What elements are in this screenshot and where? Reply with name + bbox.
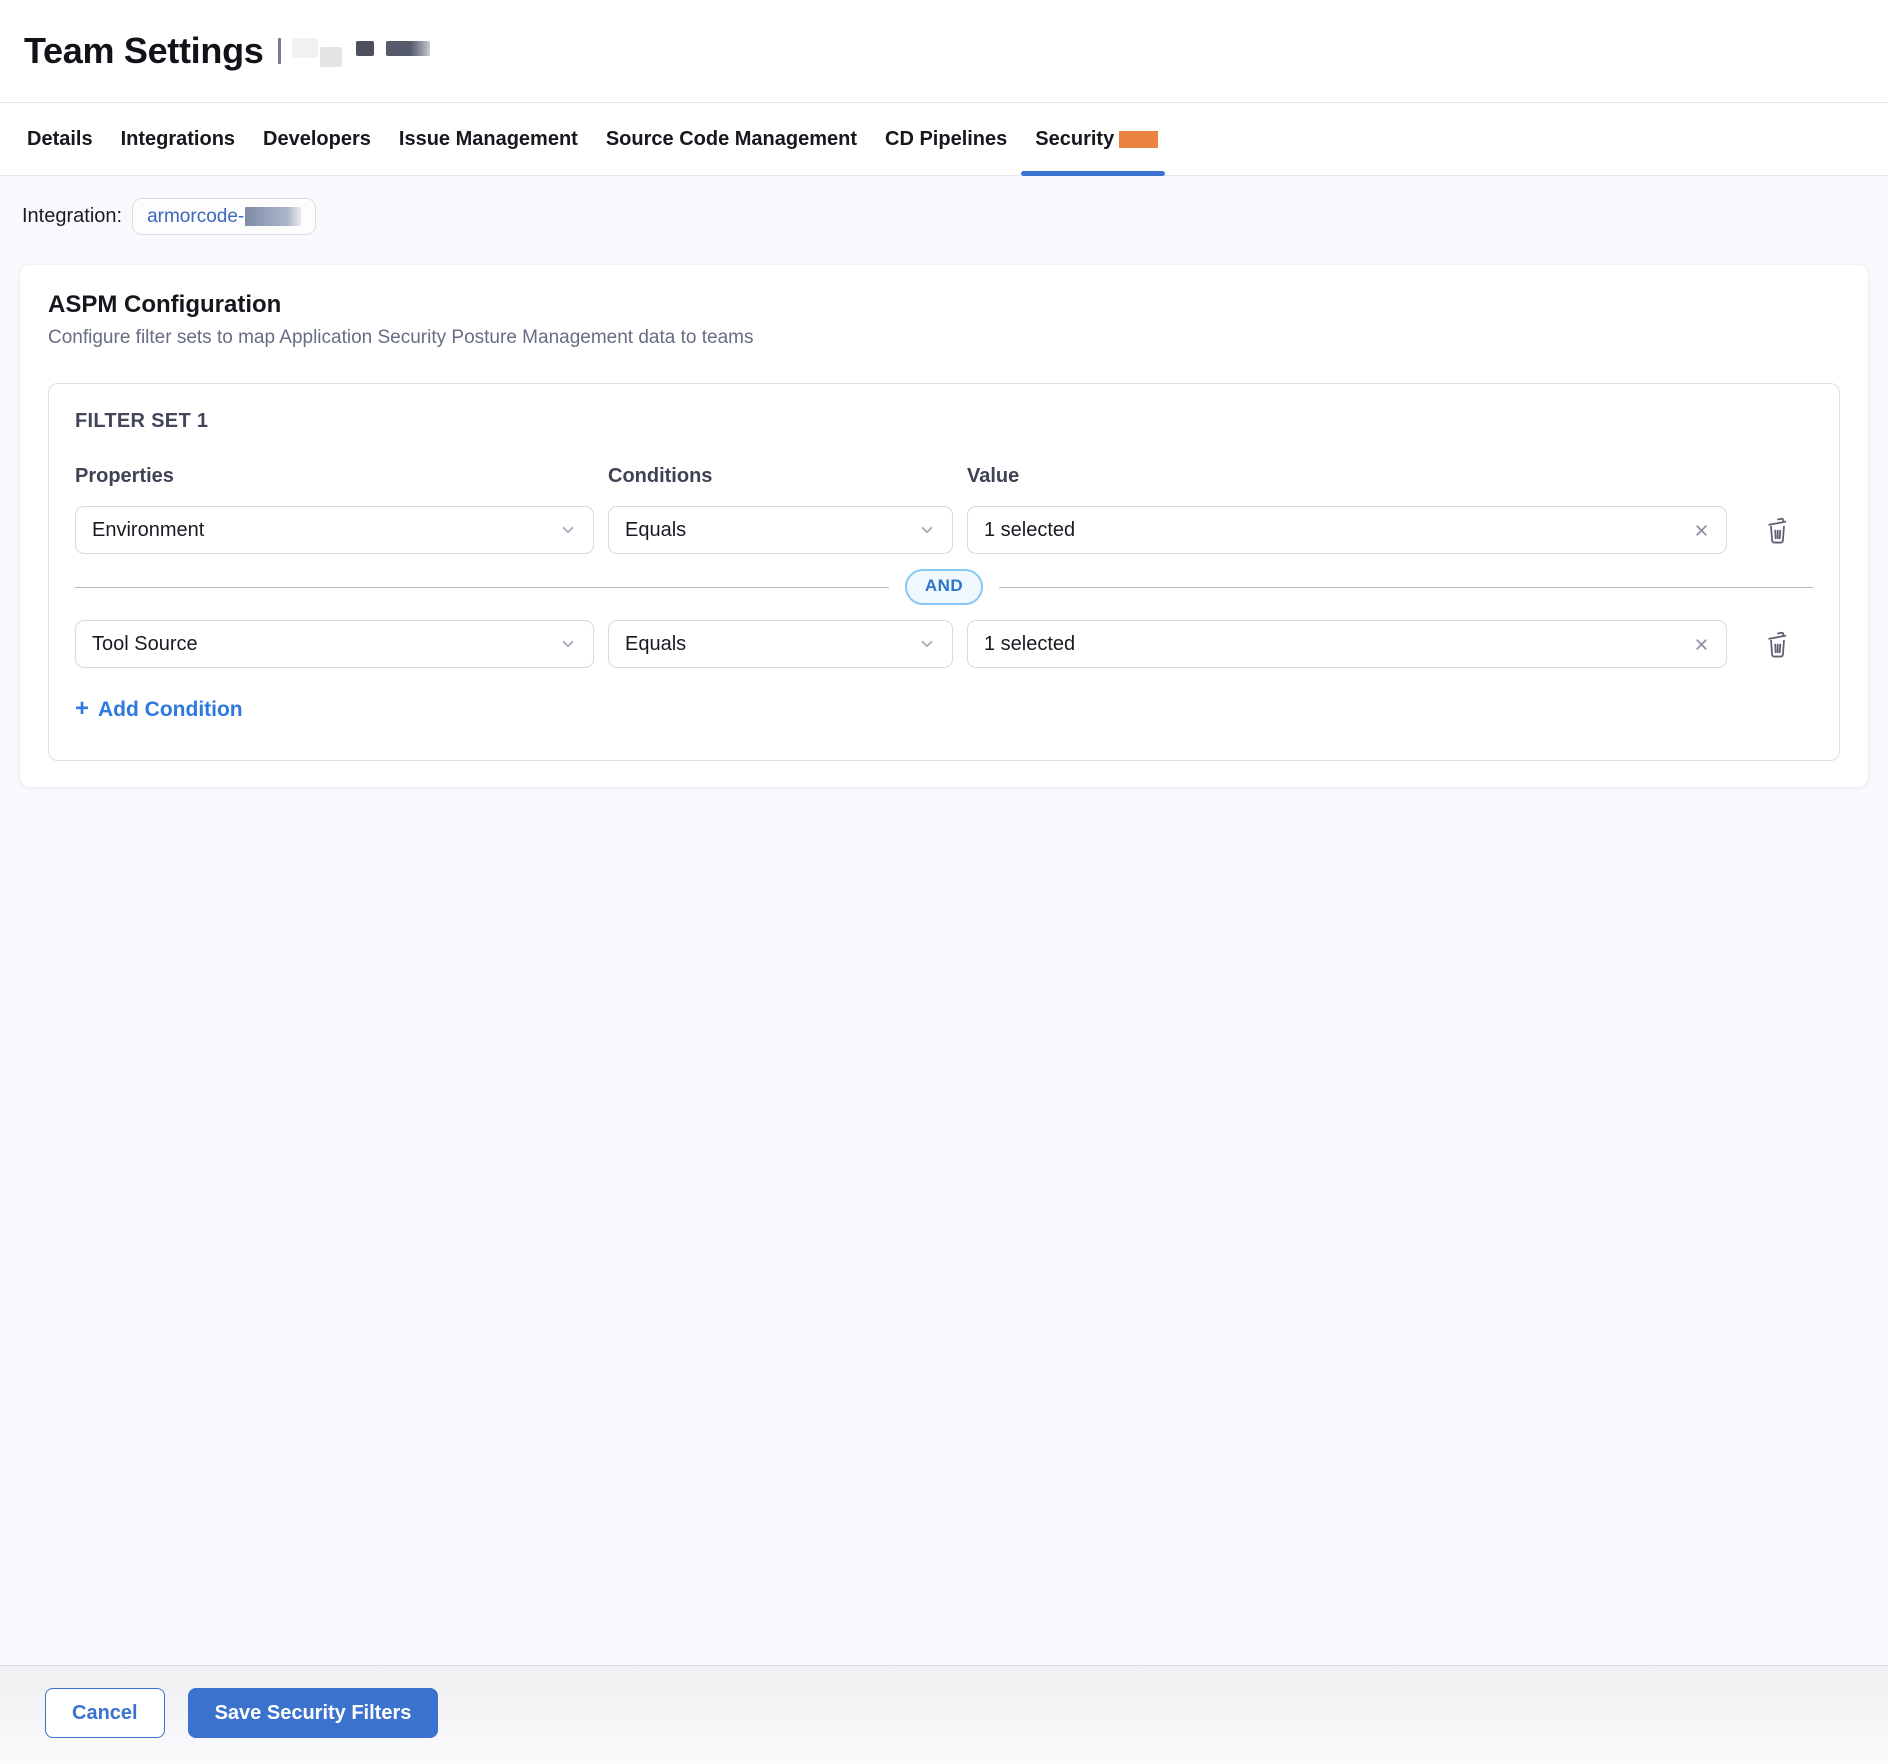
- filter-set-title: FILTER SET 1: [75, 410, 1813, 433]
- tab-bar: Details Integrations Developers Issue Ma…: [0, 102, 1888, 176]
- property-select[interactable]: Tool Source: [75, 620, 594, 668]
- footer-action-bar: Cancel Save Security Filters: [0, 1665, 1888, 1764]
- tab-details[interactable]: Details: [27, 103, 93, 175]
- active-tab-indicator: [1021, 171, 1165, 176]
- integration-row: Integration: armorcode-: [20, 198, 1868, 235]
- integration-chip[interactable]: armorcode-: [132, 198, 316, 235]
- integration-label: Integration:: [22, 205, 122, 228]
- tab-label: Source Code Management: [606, 128, 857, 151]
- condition-select-value: Equals: [625, 519, 686, 542]
- trash-icon: [1764, 516, 1791, 545]
- tab-developers[interactable]: Developers: [263, 103, 371, 175]
- condition-select[interactable]: Equals: [608, 506, 953, 554]
- tab-label: Details: [27, 128, 93, 151]
- main-content: Integration: armorcode- ASPM Configurati…: [0, 176, 1888, 1665]
- tab-label: Integrations: [121, 128, 235, 151]
- tab-label: Security: [1035, 128, 1114, 151]
- add-condition-label: Add Condition: [98, 698, 243, 722]
- clear-selection-icon[interactable]: [1693, 522, 1710, 539]
- divider-line: [75, 587, 889, 588]
- tab-label: CD Pipelines: [885, 128, 1007, 151]
- and-joiner-pill: AND: [905, 569, 983, 605]
- value-multiselect[interactable]: 1 selected: [967, 506, 1727, 554]
- delete-condition-button[interactable]: [1762, 628, 1792, 660]
- divider-line: [999, 587, 1813, 588]
- tab-source-code-management[interactable]: Source Code Management: [606, 103, 857, 175]
- cancel-button[interactable]: Cancel: [45, 1688, 165, 1738]
- tab-issue-management[interactable]: Issue Management: [399, 103, 578, 175]
- property-select-value: Environment: [92, 519, 204, 542]
- properties-column-header: Properties: [75, 465, 594, 488]
- value-selected-count: 1 selected: [984, 633, 1075, 656]
- card-title: ASPM Configuration: [48, 291, 1840, 319]
- property-select-value: Tool Source: [92, 633, 198, 656]
- redacted-block: [245, 207, 301, 226]
- page-title: Team Settings: [24, 30, 264, 72]
- save-security-filters-button[interactable]: Save Security Filters: [188, 1688, 439, 1738]
- aspm-configuration-card: ASPM Configuration Configure filter sets…: [20, 265, 1868, 787]
- value-column-header: Value: [967, 465, 1727, 488]
- filter-column-headers: Properties Conditions Value: [75, 465, 1813, 488]
- clear-selection-icon[interactable]: [1693, 636, 1710, 653]
- filter-row-1: Environment Equals 1 selected: [75, 506, 1813, 554]
- redacted-block: [320, 47, 342, 67]
- tab-integrations[interactable]: Integrations: [121, 103, 235, 175]
- integration-value: armorcode-: [147, 206, 244, 228]
- chevron-down-icon: [918, 521, 936, 539]
- tab-label: Issue Management: [399, 128, 578, 151]
- chevron-down-icon: [559, 635, 577, 653]
- tab-label: Developers: [263, 128, 371, 151]
- card-subtitle: Configure filter sets to map Application…: [48, 327, 1840, 349]
- redacted-block: [292, 38, 318, 58]
- redacted-block: [386, 41, 430, 56]
- and-divider: AND: [75, 569, 1813, 605]
- filter-set-1: FILTER SET 1 Properties Conditions Value…: [48, 383, 1840, 761]
- delete-condition-button[interactable]: [1762, 514, 1792, 546]
- condition-select[interactable]: Equals: [608, 620, 953, 668]
- redacted-block: [356, 41, 374, 56]
- conditions-column-header: Conditions: [608, 465, 953, 488]
- add-condition-button[interactable]: + Add Condition: [75, 698, 243, 722]
- tab-cd-pipelines[interactable]: CD Pipelines: [885, 103, 1007, 175]
- property-select[interactable]: Environment: [75, 506, 594, 554]
- plus-icon: +: [75, 697, 89, 721]
- filter-row-2: Tool Source Equals 1 selected: [75, 620, 1813, 668]
- chevron-down-icon: [559, 521, 577, 539]
- chevron-down-icon: [918, 635, 936, 653]
- security-tab-badge-redacted: [1119, 131, 1158, 148]
- tab-security[interactable]: Security: [1035, 103, 1158, 175]
- title-separator: [278, 38, 281, 64]
- value-selected-count: 1 selected: [984, 519, 1075, 542]
- condition-select-value: Equals: [625, 633, 686, 656]
- value-multiselect[interactable]: 1 selected: [967, 620, 1727, 668]
- trash-icon: [1764, 630, 1791, 659]
- page-header: Team Settings: [0, 0, 1888, 102]
